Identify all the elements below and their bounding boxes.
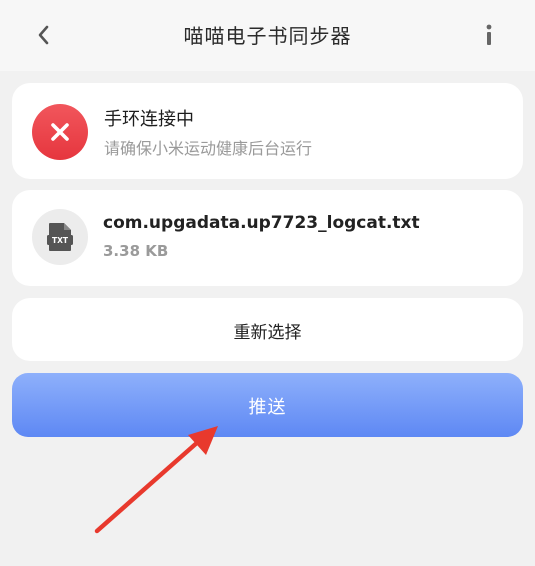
push-label: 推送 [248,397,287,418]
page-title: 喵喵电子书同步器 [183,24,352,48]
reselect-button[interactable]: 重新选择 [12,298,523,361]
push-button[interactable]: 推送 [12,373,523,437]
txt-file-icon: TXT [32,209,88,265]
file-type-label: TXT [52,236,69,245]
connection-status-card: 手环连接中 请确保小米运动健康后台运行 [12,83,523,179]
reselect-label: 重新选择 [233,323,302,343]
file-name: com.upgadata.up7723_logcat.txt [103,213,420,233]
status-subtitle: 请确保小米运动健康后台运行 [104,139,313,158]
status-title: 手环连接中 [104,109,194,130]
close-circle-icon [32,104,88,160]
info-icon [486,24,492,45]
file-size: 3.38 KB [103,242,169,260]
top-bar: 喵喵电子书同步器 [0,0,535,71]
file-card[interactable]: TXT com.upgadata.up7723_logcat.txt 3.38 … [12,190,523,286]
app-screen: 喵喵电子书同步器 手环连接中 请确保小米运动健康后台运行 TXT com.upg [0,0,535,566]
info-button[interactable] [471,17,507,53]
